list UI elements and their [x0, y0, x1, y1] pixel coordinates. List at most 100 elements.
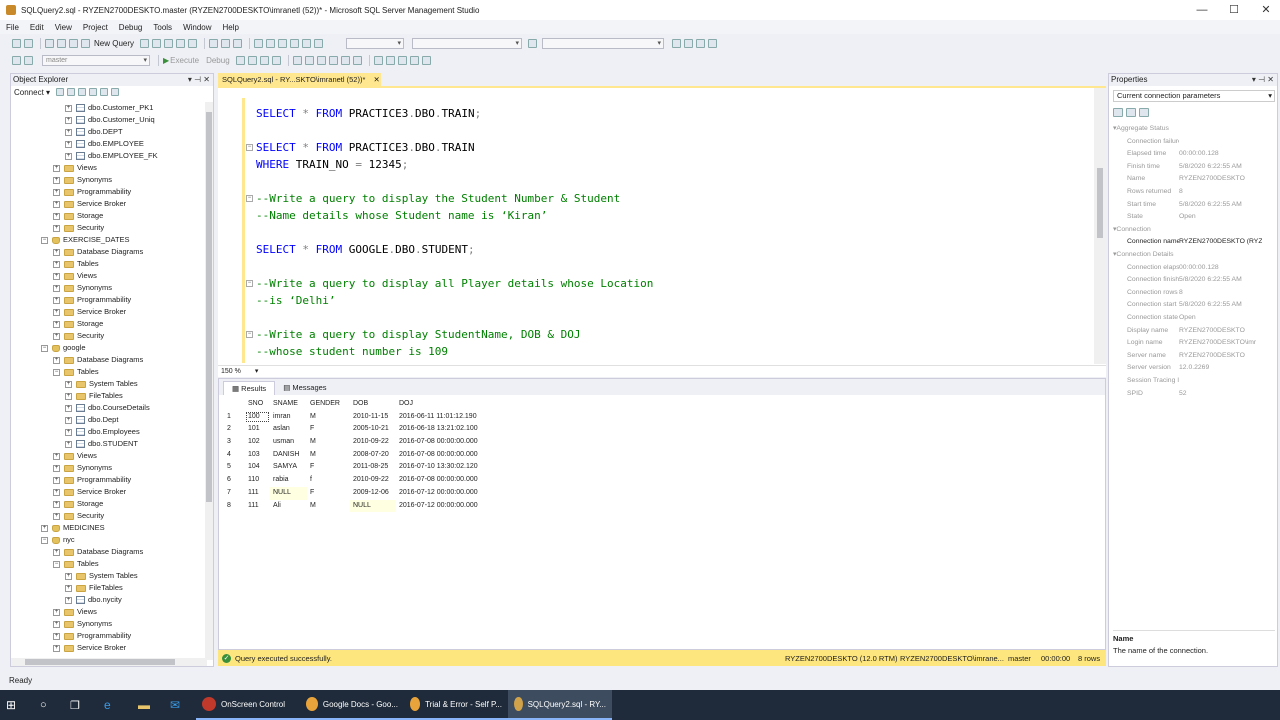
- collapse-region-icon[interactable]: −: [246, 331, 253, 338]
- close-window-button[interactable]: ✕: [1250, 0, 1280, 20]
- tree-node[interactable]: + dbo.Employees: [65, 426, 140, 438]
- maximize-button[interactable]: ☐: [1218, 0, 1250, 20]
- property-category[interactable]: ▾ Connection Details: [1113, 249, 1275, 262]
- tree-node[interactable]: + Database Diagrams: [53, 246, 143, 258]
- tree-node[interactable]: + Storage: [53, 210, 103, 222]
- tree-node[interactable]: + FileTables: [65, 582, 123, 594]
- tree-node[interactable]: − Tables: [53, 366, 99, 378]
- grid-cell[interactable]: 8: [225, 500, 245, 513]
- expand-icon[interactable]: +: [65, 152, 72, 160]
- copy-icon[interactable]: [221, 38, 231, 48]
- grid-cell[interactable]: F: [307, 461, 350, 474]
- taskbar-item[interactable]: Trial & Error - Self P...: [404, 690, 508, 720]
- taskbar-item[interactable]: Google Docs - Goo...: [300, 690, 404, 720]
- solution-platform-dropdown[interactable]: [412, 37, 523, 49]
- expand-icon[interactable]: +: [65, 404, 72, 412]
- expand-icon[interactable]: +: [65, 440, 72, 448]
- property-row[interactable]: Start time 5/8/2020 6:22:55 AM: [1113, 199, 1275, 212]
- property-row[interactable]: State Open: [1113, 211, 1275, 224]
- tree-node[interactable]: − Tables: [53, 558, 99, 570]
- execute-button[interactable]: Execute: [170, 56, 199, 65]
- expand-icon[interactable]: +: [65, 104, 72, 112]
- expand-icon[interactable]: +: [53, 500, 60, 508]
- property-row[interactable]: Connection rows 8: [1113, 287, 1275, 300]
- expand-icon[interactable]: +: [53, 608, 60, 616]
- zoom-level[interactable]: 150 %: [221, 368, 241, 375]
- expand-icon[interactable]: +: [65, 140, 72, 148]
- properties-object-dropdown[interactable]: Current connection parameters ▾: [1113, 90, 1275, 102]
- tree-node[interactable]: + Service Broker: [53, 306, 126, 318]
- grid-cell[interactable]: 2010-09-22: [350, 436, 396, 449]
- grid-cell[interactable]: 101: [245, 423, 270, 436]
- registered-servers-icon[interactable]: [708, 38, 718, 48]
- expand-icon[interactable]: +: [53, 332, 60, 340]
- new-query-icon[interactable]: [81, 38, 90, 48]
- tab-sqlquery2[interactable]: SQLQuery2.sql - RY...SKTO\imranetl (52))…: [218, 73, 381, 86]
- redo-icon[interactable]: [266, 38, 276, 48]
- tree-node[interactable]: + System Tables: [65, 570, 138, 582]
- menu-tools[interactable]: Tools: [153, 23, 172, 32]
- close-panel-icon[interactable]: ✕: [1267, 75, 1274, 84]
- include-plan-icon[interactable]: [304, 55, 314, 65]
- expand-icon[interactable]: +: [53, 476, 60, 484]
- table-row[interactable]: 8 111 Ali M NULL 2016-07-12 00:00:00.000: [225, 499, 486, 513]
- tree-node[interactable]: + Views: [53, 450, 97, 462]
- expand-icon[interactable]: +: [65, 572, 72, 580]
- table-row[interactable]: 2 101 aslan F 2005-10-21 2016-06-18 13:21:02.…: [225, 423, 486, 436]
- expand-icon[interactable]: +: [53, 212, 60, 220]
- column-header[interactable]: DOB: [350, 398, 396, 411]
- paste-icon[interactable]: [233, 38, 243, 48]
- grid-cell[interactable]: 2010-09-22: [350, 474, 396, 487]
- grid-cell[interactable]: 111: [245, 487, 270, 500]
- expand-icon[interactable]: +: [53, 548, 60, 556]
- table-row[interactable]: 1 100 imran M 2010-11-15 2016-06-11 11:01:12.…: [225, 411, 486, 424]
- activity-icon[interactable]: [111, 88, 120, 96]
- expand-icon[interactable]: +: [53, 488, 60, 496]
- grid-cell[interactable]: 104: [245, 461, 270, 474]
- stop-icon[interactable]: [78, 88, 87, 96]
- grid-cell[interactable]: NULL: [350, 499, 396, 513]
- tree-node[interactable]: + Service Broker: [53, 642, 126, 654]
- connect-dropdown[interactable]: Connect ▾: [14, 88, 50, 97]
- collapse-icon[interactable]: −: [41, 344, 48, 352]
- column-header[interactable]: SNO: [245, 398, 270, 411]
- alphabetical-icon[interactable]: [1126, 107, 1136, 117]
- grid-cell[interactable]: rabia: [270, 474, 307, 487]
- grid-cell[interactable]: F: [307, 487, 350, 500]
- connect-server-icon[interactable]: [56, 88, 65, 96]
- property-row[interactable]: Rows returned 8: [1113, 186, 1275, 199]
- dmx-query-icon[interactable]: [164, 38, 174, 48]
- tree-node[interactable]: + Programmability: [53, 630, 131, 642]
- grid-cell[interactable]: M: [307, 436, 350, 449]
- disconnect-icon[interactable]: [67, 88, 76, 96]
- grid-cell[interactable]: 2016-07-12 00:00:00.000: [396, 500, 486, 513]
- tree-vertical-scrollbar[interactable]: [205, 102, 213, 660]
- tree-node[interactable]: + MEDICINES: [41, 522, 105, 534]
- uncomment-icon[interactable]: [385, 55, 395, 65]
- expand-icon[interactable]: +: [53, 248, 60, 256]
- expand-icon[interactable]: +: [53, 284, 60, 292]
- collapse-icon[interactable]: −: [53, 560, 60, 568]
- menu-help[interactable]: Help: [223, 23, 239, 32]
- expand-icon[interactable]: +: [53, 620, 60, 628]
- solution-config-dropdown[interactable]: [346, 37, 405, 49]
- grid-cell[interactable]: 2016-06-18 13:21:02.100: [396, 423, 486, 436]
- tree-node[interactable]: + dbo.EMPLOYEE: [65, 138, 144, 150]
- tree-node[interactable]: + dbo.EMPLOYEE_FK: [65, 150, 158, 162]
- expand-icon[interactable]: +: [53, 452, 60, 460]
- edge-icon[interactable]: e: [98, 690, 132, 720]
- tree-node[interactable]: + Synonyms: [53, 618, 112, 630]
- expand-icon[interactable]: +: [53, 188, 60, 196]
- expand-icon[interactable]: +: [53, 464, 60, 472]
- grid-cell[interactable]: 103: [245, 449, 270, 462]
- grid-cell[interactable]: DANISH: [270, 449, 307, 462]
- parse-icon[interactable]: [247, 55, 257, 65]
- tree-node[interactable]: + Storage: [53, 318, 103, 330]
- property-row[interactable]: Display name RYZEN2700DESKTO: [1113, 325, 1275, 338]
- property-row[interactable]: Connection elapsed00:00:00.128: [1113, 262, 1275, 275]
- tab-messages[interactable]: ▤ Messages: [275, 381, 334, 395]
- new-query-button[interactable]: New Query: [94, 39, 134, 48]
- taskbar-item[interactable]: OnScreen Control: [196, 690, 300, 720]
- tree-node[interactable]: − nyc: [41, 534, 75, 546]
- open-file-icon[interactable]: [45, 38, 54, 48]
